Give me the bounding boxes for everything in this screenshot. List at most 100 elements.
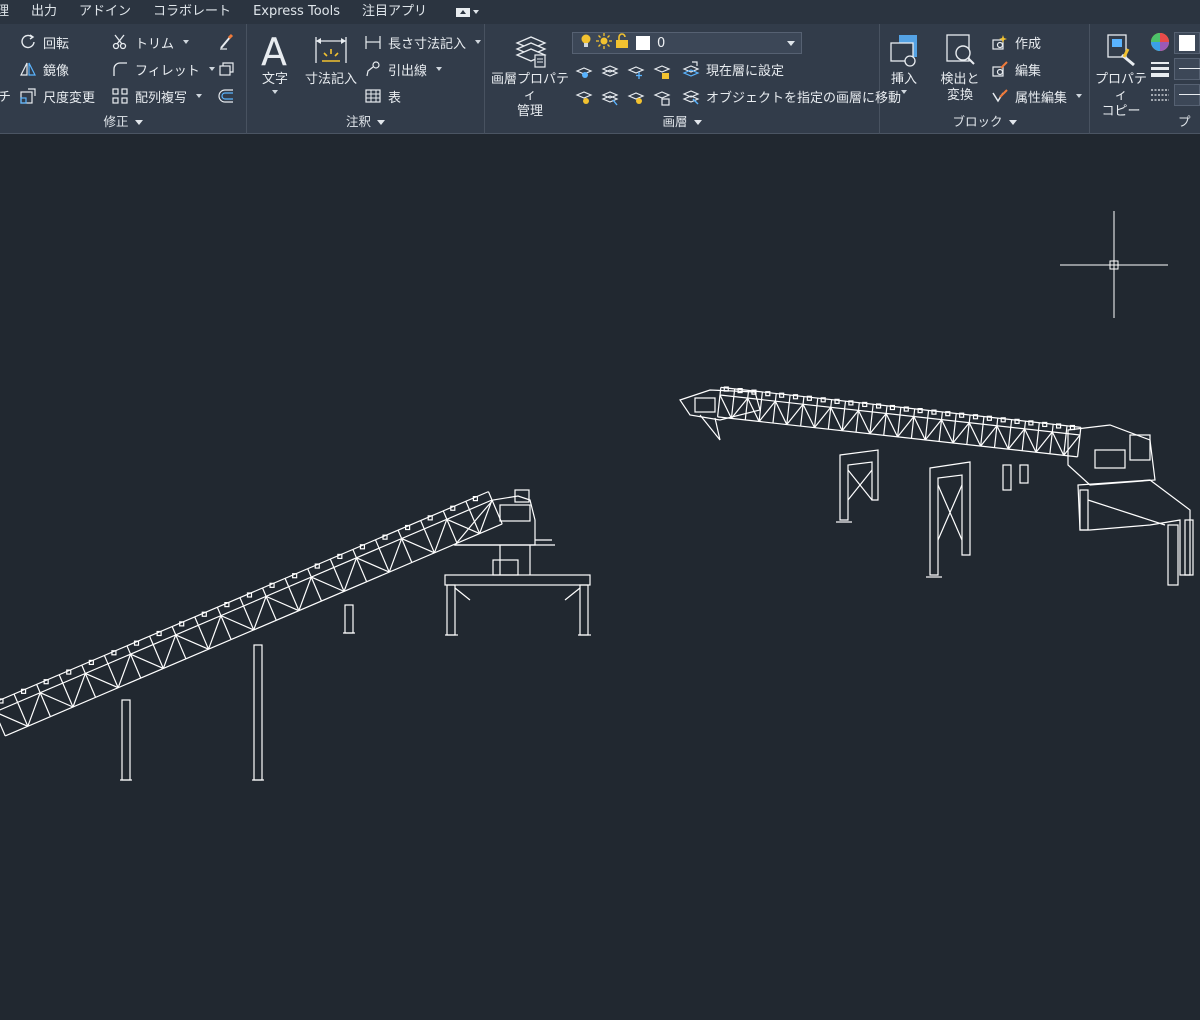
ribbon-minimize-icon [456, 7, 470, 17]
erase-button[interactable] [216, 31, 236, 53]
lineweight-dropdown[interactable] [1174, 58, 1200, 80]
fillet-icon [110, 59, 130, 79]
conveyor-truss [0, 491, 503, 737]
mirror-icon [18, 59, 38, 79]
offset-button[interactable] [216, 85, 236, 107]
panel-block-footer[interactable]: ブロック [880, 112, 1089, 132]
layer-properties-button[interactable]: 画層プロパティ 管理 [489, 30, 571, 120]
insert-block-button[interactable]: 挿入 [884, 30, 924, 94]
layer-tools-row-1 [575, 62, 671, 80]
svg-text:A: A [261, 31, 287, 69]
rotate-button[interactable]: 回転 [18, 31, 69, 53]
make-current-icon [681, 59, 701, 79]
unlock-icon [615, 33, 629, 53]
linetype-icon[interactable] [1150, 86, 1170, 108]
attribute-edit-icon [990, 86, 1010, 106]
ribbon-toggle-button[interactable] [438, 0, 490, 24]
match-properties-icon [1101, 30, 1141, 70]
conveyor-support-legs [120, 604, 355, 781]
dimension-icon [311, 30, 351, 70]
panel-properties: プロパティ コピー プ [1090, 24, 1200, 134]
layer-tools-row-2 [575, 88, 671, 106]
panel-block: 挿入 検出と 変換 作成 編集 属性編集 ブロック [880, 24, 1090, 134]
table-button[interactable]: 表 [363, 85, 401, 107]
rotate-icon [18, 32, 38, 52]
scale-button[interactable]: 尺度変更 [18, 85, 95, 107]
chevron-down-icon [1008, 120, 1017, 125]
table-icon [363, 86, 383, 106]
dimension-button[interactable]: 寸法記入 [301, 30, 361, 88]
lineweight-icon[interactable] [1150, 60, 1170, 82]
chevron-down-icon [787, 41, 795, 46]
explode-icon [216, 59, 236, 79]
drawing-canvas[interactable] [0, 135, 1200, 1020]
create-block-icon [990, 32, 1010, 52]
insert-block-icon [884, 30, 924, 70]
tab-featured-apps[interactable]: 注目アプリ [351, 0, 438, 24]
conveyor-truss [716, 386, 1082, 458]
panel-layers-footer[interactable]: 画層 [485, 112, 879, 132]
tab-addins[interactable]: アドイン [68, 0, 142, 24]
layer-thaw-icon[interactable] [627, 88, 645, 106]
explode-button[interactable] [216, 58, 236, 80]
tab-output[interactable]: 出力 [20, 0, 68, 24]
scissors-icon [110, 32, 130, 52]
linear-dimension-button[interactable]: 長さ寸法記入 [363, 31, 482, 53]
find-block-icon [940, 30, 980, 70]
trim-button[interactable]: トリム [110, 31, 190, 53]
layer-match-icon[interactable] [601, 88, 619, 106]
layer-stack-icon [510, 30, 550, 70]
layer-off-icon[interactable] [575, 62, 593, 80]
match-properties-button[interactable]: プロパティ コピー [1092, 30, 1150, 120]
layer-unlock-icon[interactable] [653, 88, 671, 106]
text-a-icon: A [255, 30, 295, 70]
layer-on-icon[interactable] [575, 88, 593, 106]
color-dropdown[interactable] [1174, 32, 1200, 54]
current-layer-name: 0 [657, 35, 666, 51]
edit-block-icon [990, 59, 1010, 79]
cut-off-label: チ [0, 89, 12, 105]
edit-attribute-button[interactable]: 属性編集 [990, 85, 1083, 107]
create-block-button[interactable]: 作成 [990, 31, 1041, 53]
scale-icon [18, 86, 38, 106]
cad-model-space[interactable] [0, 135, 1200, 1020]
move-layer-icon [681, 86, 701, 106]
panel-annotation: A 文字 寸法記入 長さ寸法記入 引出線 表 注釈 [247, 24, 485, 134]
inclined-conveyor [0, 489, 591, 781]
ribbon: チ 回転 トリム 鏡像 フィレット 尺度変更 配列複写 修正 A 文字 寸法記入… [0, 24, 1200, 134]
edit-block-button[interactable]: 編集 [990, 58, 1041, 80]
layer-dropdown[interactable]: 0 [572, 32, 802, 54]
panel-modify-footer[interactable]: 修正 [0, 112, 246, 132]
support-towers [836, 449, 1029, 578]
tab-manage[interactable]: 理 [0, 0, 20, 24]
layer-lock-icon[interactable] [653, 62, 671, 80]
layer-isolate-icon[interactable] [601, 62, 619, 80]
menu-bar: 理 出力 アドイン コラボレート Express Tools 注目アプリ [0, 0, 1200, 24]
chevron-down-icon [377, 120, 385, 125]
set-current-layer-button[interactable]: 現在層に設定 [681, 58, 784, 80]
tab-collaborate[interactable]: コラボレート [142, 0, 242, 24]
linetype-dropdown[interactable] [1174, 84, 1200, 106]
panel-modify: チ 回転 トリム 鏡像 フィレット 尺度変更 配列複写 修正 [0, 24, 247, 134]
chevron-down-icon [473, 10, 479, 14]
chevron-down-icon [693, 120, 702, 125]
tab-express-tools[interactable]: Express Tools [242, 0, 351, 24]
fillet-button[interactable]: フィレット [110, 58, 215, 80]
panel-layers: 画層プロパティ 管理 0 現在層に設定 オブジェクトを指定の画層に移動 画層 [485, 24, 901, 134]
mirror-button[interactable]: 鏡像 [18, 58, 69, 80]
lightbulb-icon [579, 33, 593, 53]
find-replace-block-button[interactable]: 検出と 変換 [932, 30, 988, 104]
horizontal-conveyor [679, 386, 1194, 586]
leader-button[interactable]: 引出線 [363, 58, 443, 80]
panel-annotation-footer[interactable]: 注釈 [247, 112, 484, 132]
layer-freeze-icon[interactable] [627, 62, 645, 80]
panel-properties-footer[interactable]: プ [1178, 112, 1200, 132]
color-wheel-icon[interactable] [1150, 32, 1170, 56]
eraser-icon [216, 32, 236, 52]
sun-icon [596, 33, 612, 53]
array-button[interactable]: 配列複写 [110, 85, 203, 107]
offset-icon [216, 86, 236, 106]
leader-icon [363, 59, 383, 79]
text-button[interactable]: A 文字 [253, 30, 297, 94]
move-to-layer-button[interactable]: オブジェクトを指定の画層に移動 [681, 85, 901, 107]
